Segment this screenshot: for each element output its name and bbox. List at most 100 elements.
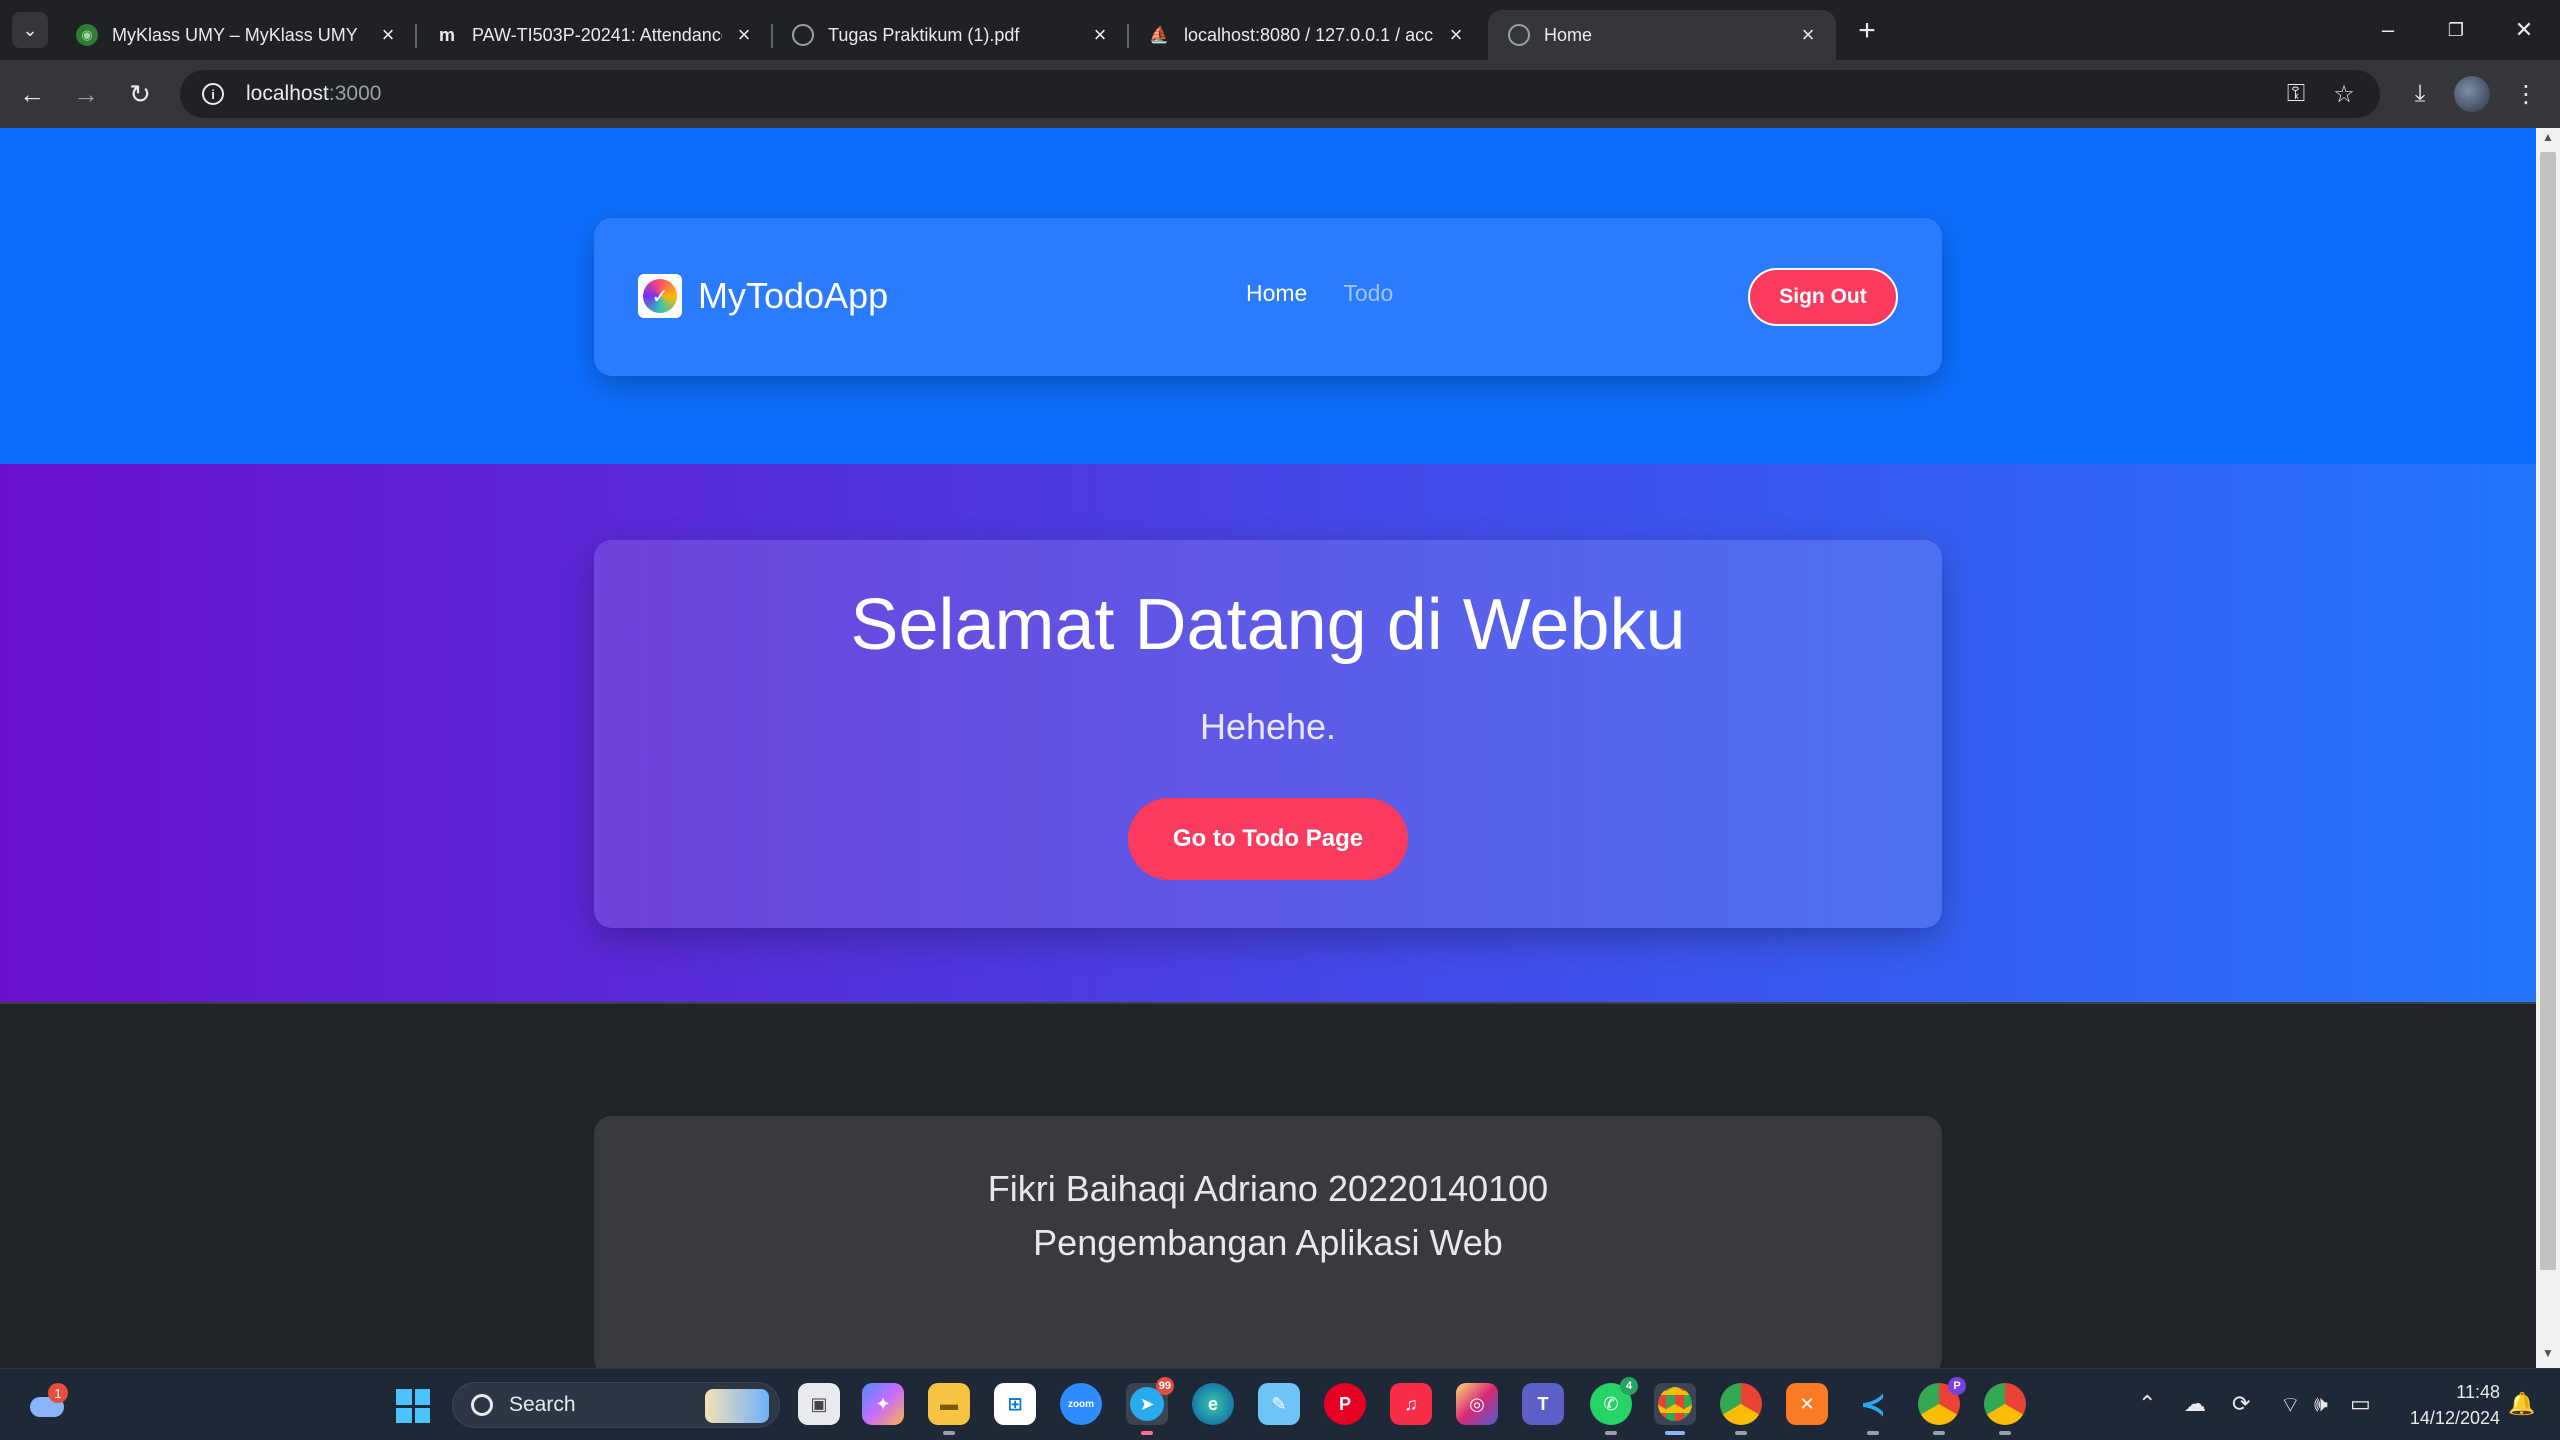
- site-info-icon[interactable]: i: [202, 83, 224, 105]
- close-icon[interactable]: ×: [732, 22, 756, 48]
- start-button[interactable]: [396, 1389, 430, 1423]
- chrome-profile-2-icon[interactable]: [1984, 1383, 2026, 1435]
- moodle-icon: m: [438, 24, 455, 45]
- hero-section: Selamat Datang di Webku Hehehe. Go to To…: [0, 464, 2536, 1002]
- checkmark-icon: ✓: [643, 279, 677, 313]
- footer-card: Fikri Baihaqi Adriano 20220140100 Pengem…: [594, 1116, 1942, 1368]
- phpmyadmin-icon: ⛵: [1149, 27, 1169, 44]
- back-button[interactable]: ←: [12, 74, 52, 114]
- volume-icon[interactable]: 🕪: [2314, 1391, 2328, 1417]
- microsoft-store-icon[interactable]: ⊞: [994, 1383, 1036, 1425]
- go-to-todo-button[interactable]: Go to Todo Page: [1128, 798, 1408, 880]
- copilot-icon[interactable]: ✦: [862, 1383, 904, 1425]
- download-icon[interactable]: ⤓: [2400, 74, 2440, 114]
- header-band: ✓ MyTodoApp Home Todo Sign Out: [0, 128, 2536, 464]
- chrome-profile-p-icon[interactable]: P: [1918, 1377, 1966, 1435]
- telegram-icon[interactable]: ➤ 99: [1126, 1377, 1174, 1435]
- chrome-icon-active[interactable]: [1654, 1383, 1696, 1435]
- file-explorer-icon[interactable]: ▬: [928, 1383, 970, 1435]
- wifi-icon[interactable]: ⌔: [2280, 1391, 2301, 1419]
- running-indicator: [943, 1431, 955, 1435]
- close-icon: ✕: [2514, 17, 2534, 42]
- clock-date: 14/12/2024: [2409, 1408, 2500, 1428]
- edge-icon[interactable]: e: [1192, 1383, 1234, 1425]
- chrome-profile-icon[interactable]: [1720, 1383, 1762, 1435]
- system-clock[interactable]: 11:48 14/12/2024: [2390, 1379, 2500, 1431]
- notepad-icon[interactable]: ✎: [1258, 1383, 1300, 1425]
- weather-badge: 1: [48, 1383, 68, 1403]
- close-icon[interactable]: ×: [1088, 22, 1112, 48]
- forward-button[interactable]: →: [66, 74, 106, 114]
- onedrive-offline-icon[interactable]: ☁: [2184, 1391, 2206, 1417]
- address-bar[interactable]: i localhost :3000: [180, 70, 2380, 118]
- bookmark-star-icon[interactable]: ☆: [2324, 74, 2364, 114]
- close-icon[interactable]: ×: [1796, 22, 1820, 48]
- instagram-icon[interactable]: ◎: [1456, 1383, 1498, 1425]
- chevron-up-icon[interactable]: ⌃: [2138, 1391, 2156, 1417]
- plus-icon: +: [1858, 14, 1876, 47]
- task-view-icon[interactable]: ▣: [798, 1383, 840, 1425]
- browser-toolbar: ← → ↻ i localhost :3000 ⚿ ☆ ⤓ ⋮: [0, 60, 2560, 128]
- running-indicator: [1999, 1431, 2011, 1435]
- restore-button[interactable]: ❐: [2424, 8, 2488, 52]
- scroll-down-icon[interactable]: ▼: [2536, 1346, 2560, 1366]
- notification-bell-icon[interactable]: 🔔: [2508, 1391, 2535, 1417]
- tab-paw-attendance[interactable]: m PAW-TI503P-20241: Attendance ×: [416, 10, 773, 60]
- tab-myklass[interactable]: ◉ MyKlass UMY – MyKlass UMY ×: [56, 10, 417, 60]
- globe-icon: [792, 24, 814, 46]
- windows-logo-pane: [396, 1389, 412, 1405]
- password-key-icon[interactable]: ⚿: [2276, 74, 2316, 114]
- running-indicator: [1735, 1431, 1747, 1435]
- chevron-down-icon: ⌄: [22, 19, 38, 40]
- menu-kebab-icon[interactable]: ⋮: [2506, 74, 2546, 114]
- scroll-up-icon[interactable]: ▲: [2536, 130, 2560, 150]
- brand[interactable]: ✓ MyTodoApp: [638, 274, 888, 318]
- battery-icon[interactable]: ▭: [2350, 1391, 2371, 1417]
- search-icon: [471, 1394, 493, 1416]
- chrome-logo: [1658, 1387, 1692, 1421]
- restore-icon: ❐: [2447, 19, 2465, 40]
- xampp-icon[interactable]: ✕: [1786, 1383, 1828, 1425]
- footer-section: Fikri Baihaqi Adriano 20220140100 Pengem…: [0, 1002, 2536, 1368]
- sync-icon[interactable]: ⟳: [2232, 1391, 2250, 1417]
- tab-pdf[interactable]: Tugas Praktikum (1).pdf ×: [772, 10, 1129, 60]
- tab-strip: ⌄ ◉ MyKlass UMY – MyKlass UMY × m PAW-TI…: [0, 0, 2560, 60]
- tab-home[interactable]: Home ×: [1488, 10, 1836, 60]
- weather-widget[interactable]: 1: [28, 1383, 68, 1423]
- close-icon[interactable]: ×: [376, 22, 400, 48]
- close-icon[interactable]: ×: [1444, 22, 1468, 48]
- author-info: Fikri Baihaqi Adriano 20220140100: [987, 1168, 1549, 1209]
- sign-out-button[interactable]: Sign Out: [1748, 268, 1898, 326]
- vscode-icon[interactable]: ≺: [1852, 1383, 1894, 1435]
- taskbar-search[interactable]: Search: [452, 1382, 780, 1428]
- navbar: ✓ MyTodoApp Home Todo Sign Out: [594, 218, 1942, 376]
- taskbar: 1 Search ▣ ✦ ▬ ⊞ zoom ➤ 99 e ✎ P ♫ ◎ T ✆…: [0, 1368, 2560, 1440]
- nav-link-home[interactable]: Home: [1246, 280, 1307, 307]
- scrollbar-thumb[interactable]: [2540, 152, 2556, 1270]
- profile-avatar[interactable]: [2454, 76, 2490, 112]
- tab-search-button[interactable]: ⌄: [12, 12, 48, 48]
- minimize-button[interactable]: –: [2356, 8, 2420, 52]
- apple-music-icon[interactable]: ♫: [1390, 1383, 1432, 1425]
- tab-title: Tugas Praktikum (1).pdf: [828, 24, 1020, 45]
- search-highlight-image: [705, 1389, 769, 1423]
- nav-link-todo[interactable]: Todo: [1343, 280, 1393, 307]
- whatsapp-badge: 4: [1620, 1377, 1638, 1395]
- welcome-card: Selamat Datang di Webku Hehehe. Go to To…: [594, 540, 1942, 928]
- reload-button[interactable]: ↻: [120, 74, 160, 114]
- brand-logo: ✓: [638, 274, 682, 318]
- page-title: Selamat Datang di Webku: [850, 585, 1686, 665]
- page-scrollbar[interactable]: ▲ ▼: [2536, 128, 2560, 1368]
- minimize-icon: –: [2381, 17, 2395, 42]
- teams-icon[interactable]: T: [1522, 1383, 1564, 1425]
- clock-time: 11:48: [2456, 1382, 2500, 1402]
- pinterest-icon[interactable]: P: [1324, 1383, 1366, 1425]
- tab-title: localhost:8080 / 127.0.0.1 / acco: [1184, 24, 1434, 45]
- new-tab-button[interactable]: +: [1850, 14, 1884, 48]
- whatsapp-icon[interactable]: ✆ 4: [1590, 1377, 1638, 1435]
- close-window-button[interactable]: ✕: [2492, 8, 2556, 52]
- zoom-icon[interactable]: zoom: [1060, 1383, 1102, 1425]
- tab-phpmyadmin[interactable]: ⛵ localhost:8080 / 127.0.0.1 / acco ×: [1128, 10, 1484, 60]
- windows-logo-pane: [414, 1407, 430, 1423]
- running-indicator: [1141, 1431, 1153, 1435]
